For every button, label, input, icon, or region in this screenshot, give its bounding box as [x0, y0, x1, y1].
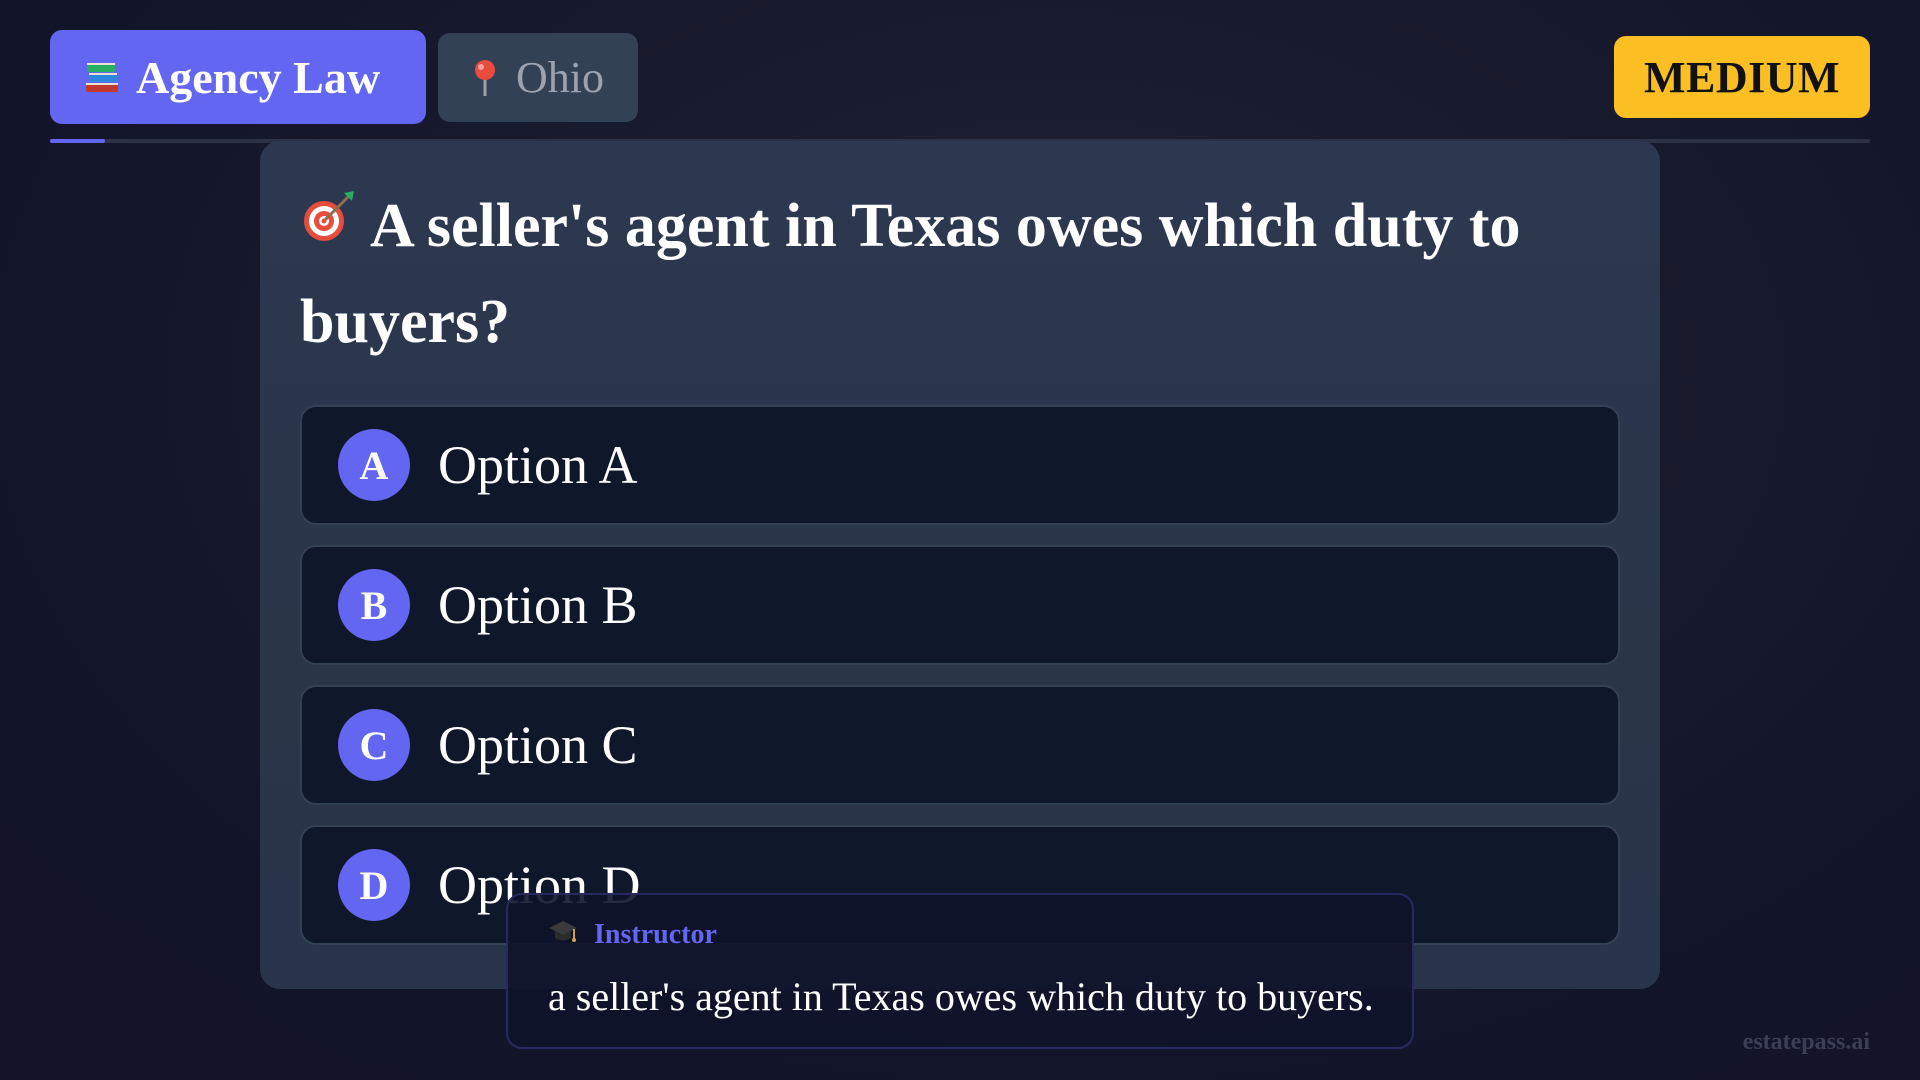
instructor-message: a seller's agent in Texas owes which dut… [548, 974, 1374, 1019]
option-label: Option C [438, 715, 638, 775]
state-label: Ohio [516, 53, 604, 102]
option-label: Option B [438, 575, 638, 635]
options-list: A Option A B Option B C Option C D Optio… [300, 405, 1620, 965]
instructor-label: Instructor [594, 919, 717, 950]
question-text: A seller's agent in Texas owes which dut… [300, 192, 1521, 356]
option-letter-badge: C [338, 709, 410, 781]
books-icon [82, 57, 122, 97]
option-b[interactable]: B Option B [300, 545, 1620, 665]
progress-fill [50, 139, 105, 143]
instructor-header: Instructor [548, 915, 1372, 955]
graduation-cap-icon [548, 917, 578, 954]
instructor-caption: Instructor a seller's agent in Texas owe… [506, 893, 1414, 1049]
category-label: Agency Law [136, 51, 381, 103]
pushpin-icon [468, 58, 502, 98]
target-icon [300, 179, 356, 269]
state-tag: Ohio [438, 33, 638, 122]
option-a[interactable]: A Option A [300, 405, 1620, 525]
option-label: Option A [438, 435, 638, 495]
option-letter-badge: D [338, 849, 410, 921]
question-card: A seller's agent in Texas owes which dut… [260, 141, 1660, 989]
difficulty-badge: MEDIUM [1614, 36, 1870, 118]
option-c[interactable]: C Option C [300, 685, 1620, 805]
category-tag: Agency Law [50, 30, 426, 124]
option-letter-badge: B [338, 569, 410, 641]
top-bar: Agency Law Ohio MEDIUM [50, 30, 1870, 124]
watermark: estatepass.ai [1742, 1029, 1870, 1055]
question-title: A seller's agent in Texas owes which dut… [300, 181, 1620, 367]
option-letter-badge: A [338, 429, 410, 501]
